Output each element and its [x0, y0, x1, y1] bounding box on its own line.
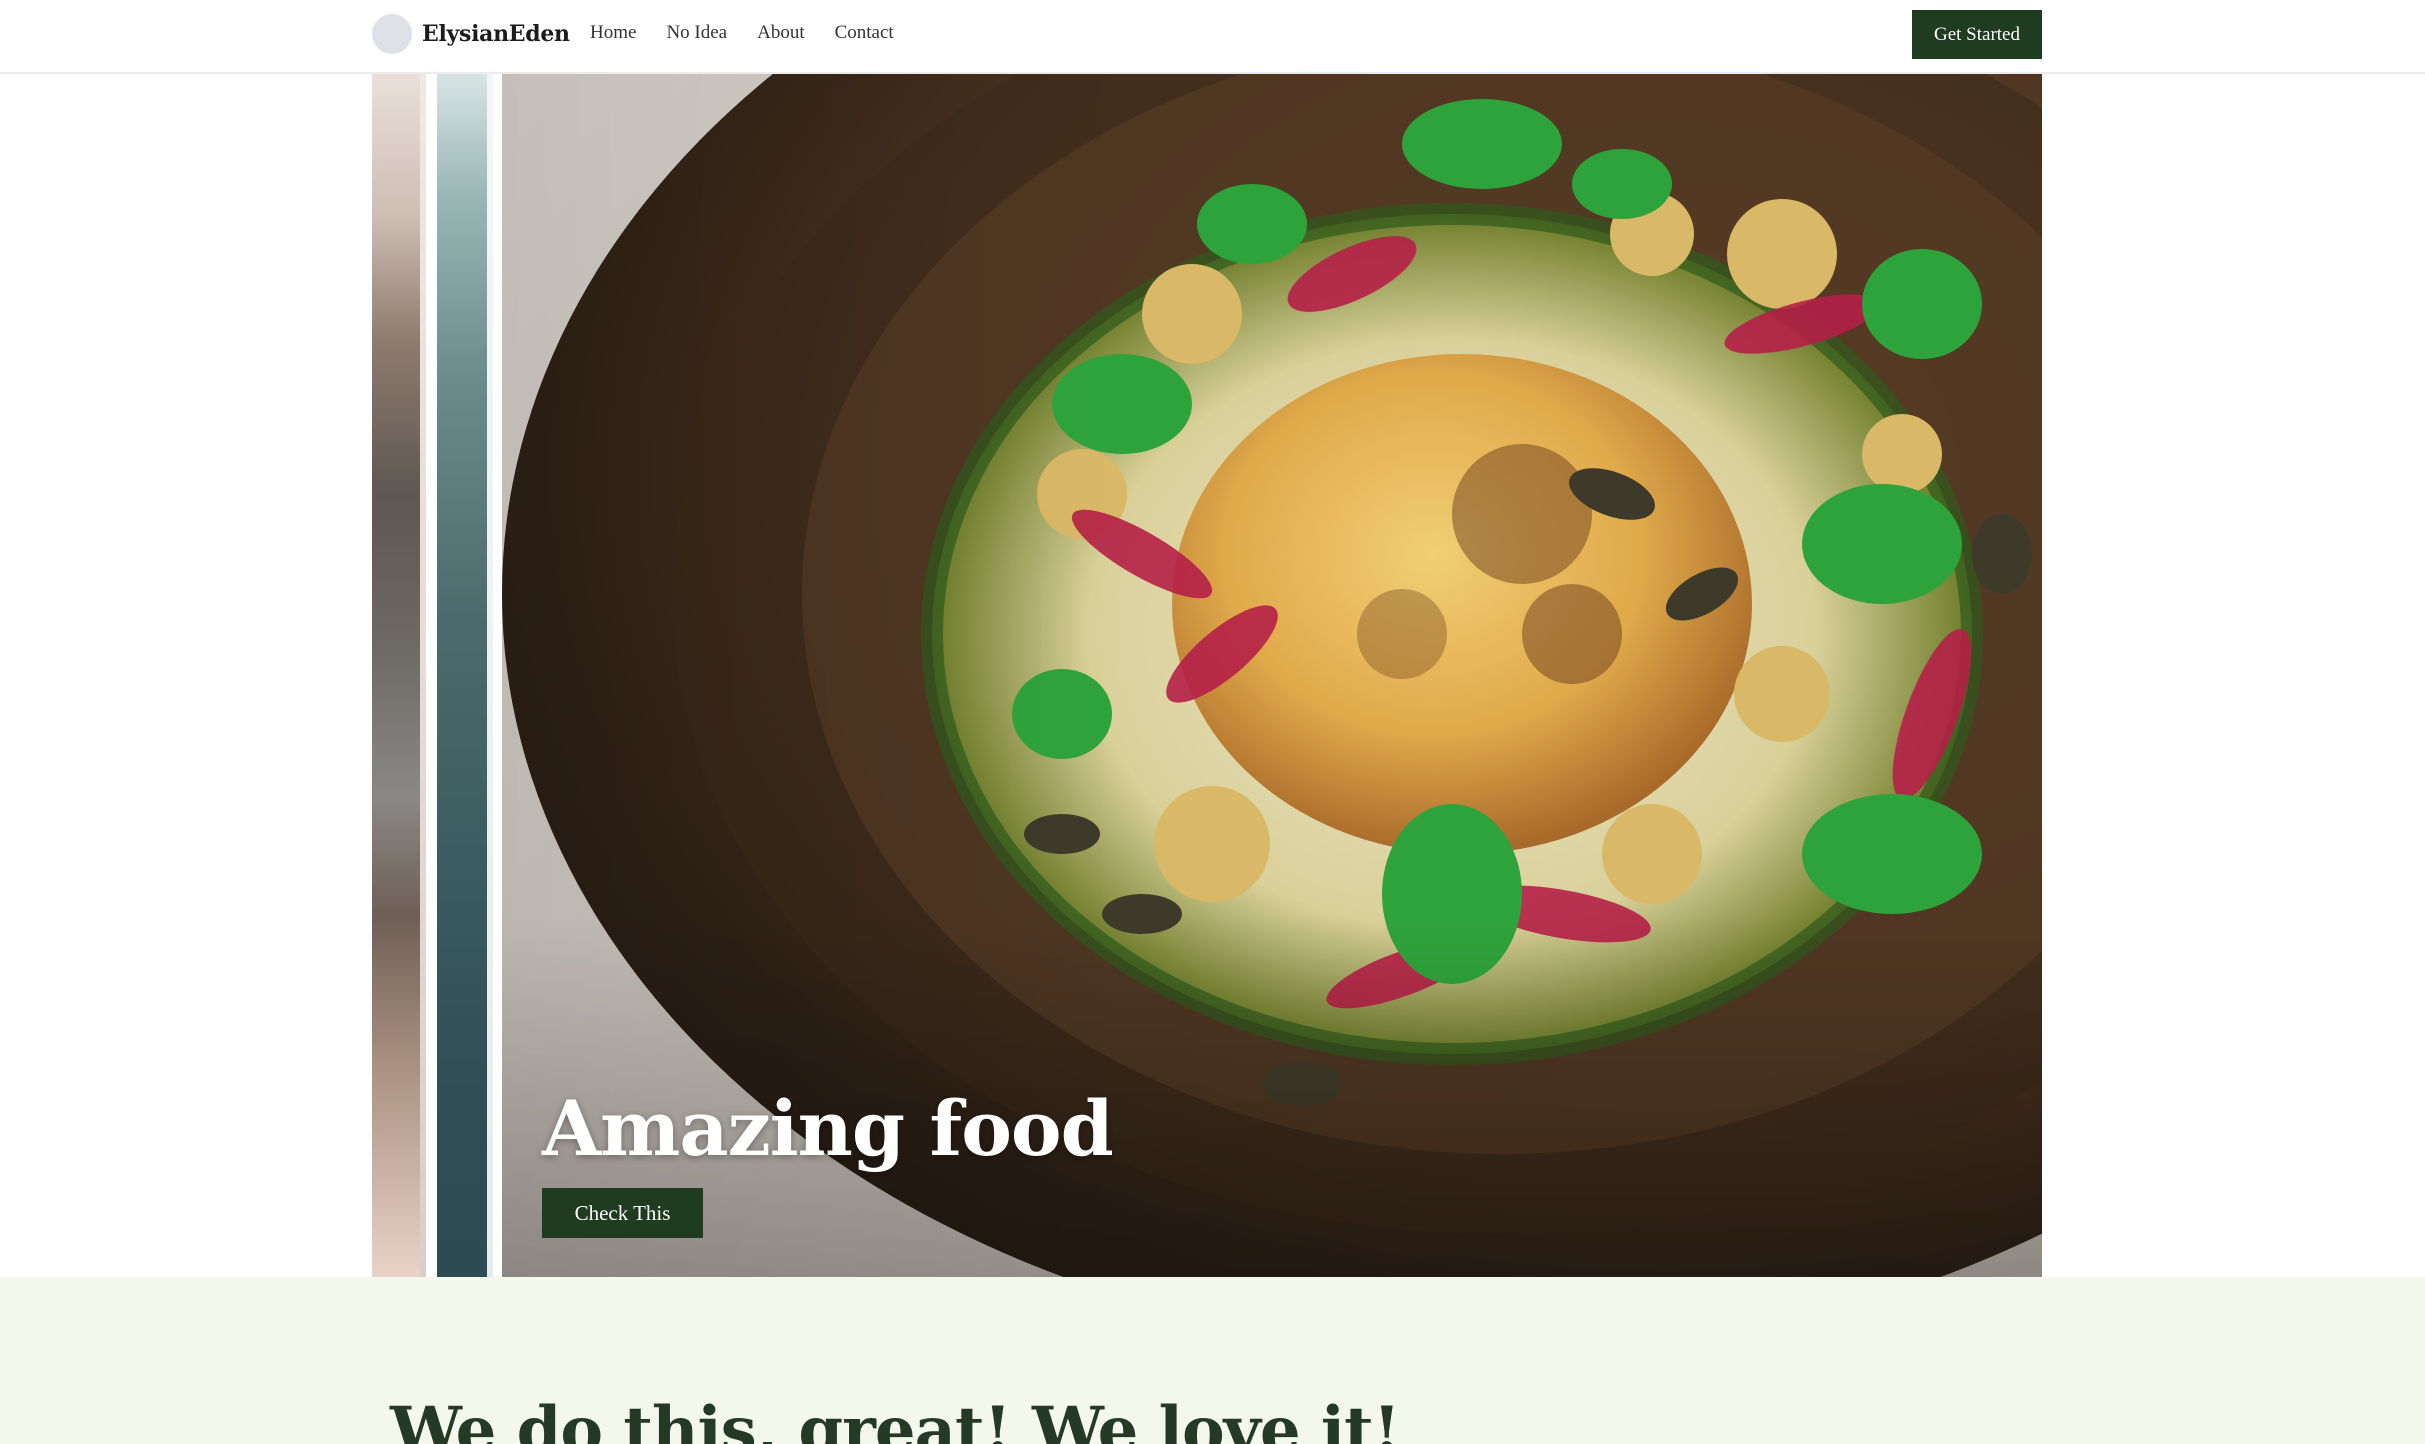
nav-link-no-idea[interactable]: No Idea — [666, 22, 727, 44]
nav-link-contact[interactable]: Contact — [835, 22, 894, 44]
top-navbar: ElysianEden Home No Idea About Contact G… — [0, 0, 2425, 74]
hero-carousel: Amazing food Check This — [0, 74, 2425, 1277]
nav-link-home[interactable]: Home — [590, 22, 636, 44]
carousel-slide-thumbnail-2[interactable] — [437, 74, 493, 1277]
get-started-button[interactable]: Get Started — [1912, 10, 2042, 59]
carousel-active-slide: Amazing food Check This — [502, 74, 2042, 1277]
about-section: We do this, great! We love it! — [0, 1277, 2425, 1444]
slide-title: Amazing food — [542, 1084, 1114, 1173]
check-this-button[interactable]: Check This — [542, 1188, 703, 1238]
brand[interactable]: ElysianEden — [372, 14, 570, 54]
section-heading: We do this, great! We love it! — [390, 1393, 1401, 1444]
brand-name: ElysianEden — [422, 21, 570, 47]
primary-nav: Home No Idea About Contact — [590, 22, 894, 44]
carousel-slide-thumbnail-1[interactable] — [372, 74, 426, 1277]
nav-link-about[interactable]: About — [757, 22, 805, 44]
brand-logo-icon — [372, 14, 412, 54]
